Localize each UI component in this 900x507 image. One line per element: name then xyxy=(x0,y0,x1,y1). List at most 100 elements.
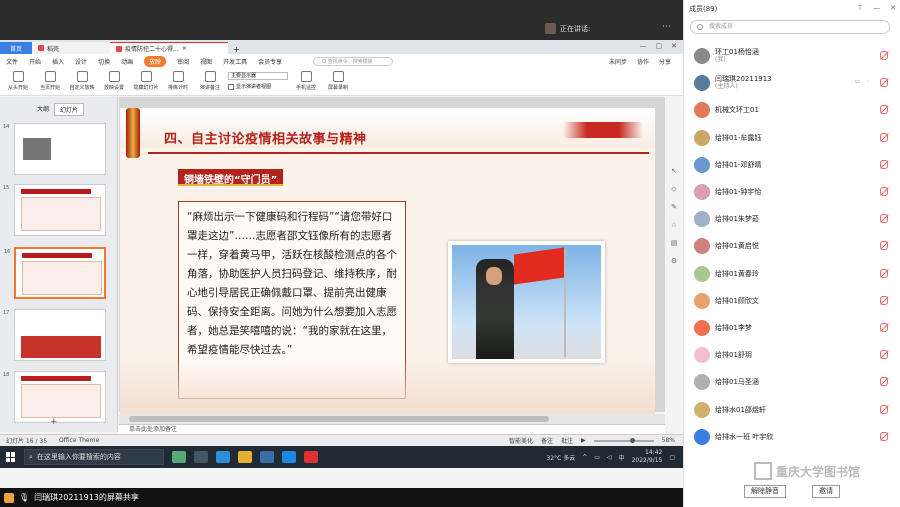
slideshow-play-icon[interactable]: ▶ xyxy=(581,437,586,444)
mic-muted-icon[interactable] xyxy=(880,404,888,414)
collab-button[interactable]: 协作 xyxy=(637,57,649,66)
close-tab-icon[interactable]: × xyxy=(182,45,187,52)
mic-muted-icon[interactable] xyxy=(880,105,888,115)
mic-muted-icon[interactable] xyxy=(880,51,888,60)
tab-slides[interactable]: 幻灯片 xyxy=(54,103,85,116)
member-row[interactable]: 给排01-邓舒晴 xyxy=(694,155,894,175)
member-row[interactable]: 机械文环工01 xyxy=(694,100,894,120)
more-icon[interactable]: ⋯ xyxy=(662,22,671,32)
monitor-select[interactable]: 主要显示器 xyxy=(228,72,288,80)
member-row[interactable]: 给排01朱梦茹 xyxy=(694,209,894,229)
smart-beautify-button[interactable]: 智能美化 xyxy=(509,436,533,445)
tab-home[interactable]: 首页 xyxy=(0,42,32,54)
member-row[interactable]: 给排01黄春玲 xyxy=(694,264,894,284)
mic-muted-icon[interactable] xyxy=(880,78,888,88)
mic-muted-icon[interactable] xyxy=(880,214,888,224)
menu-member[interactable]: 会员专享 xyxy=(258,57,282,66)
invite-button[interactable]: 邀请 xyxy=(812,485,840,498)
member-row[interactable]: 给排01李梦 xyxy=(694,318,894,338)
explorer-icon[interactable] xyxy=(238,451,252,463)
new-tab-icon[interactable]: + xyxy=(228,45,245,54)
phone-remote-button[interactable]: 手机遥控 xyxy=(292,68,320,91)
layout-icon[interactable]: ▤ xyxy=(671,239,678,247)
slide-thumb-16[interactable]: 16 xyxy=(4,247,106,299)
close-icon[interactable]: ✕ xyxy=(671,42,677,50)
menu-insert[interactable]: 插入 xyxy=(52,57,64,66)
edge-icon[interactable] xyxy=(216,451,230,463)
ime-indicator[interactable]: 中 xyxy=(619,453,625,462)
member-row[interactable]: 给排01黄启悦 xyxy=(694,236,894,256)
slide-thumb-14[interactable]: 14 xyxy=(3,123,106,175)
tab-outline[interactable]: 大纲 xyxy=(32,103,54,116)
mic-muted-icon[interactable] xyxy=(880,159,888,169)
style-icon[interactable]: ✎ xyxy=(671,203,677,211)
mic-muted-icon[interactable] xyxy=(880,132,888,142)
minimize-icon[interactable]: — xyxy=(640,42,647,50)
start-current-button[interactable]: 当页开始 xyxy=(36,68,64,91)
mail-icon[interactable] xyxy=(260,451,274,463)
screen-record-button[interactable]: 屏幕录制 xyxy=(324,68,352,91)
hide-slide-button[interactable]: 隐藏幻灯片 xyxy=(132,68,160,91)
horizontal-scrollbar[interactable] xyxy=(119,414,665,424)
menu-file[interactable]: 文件 xyxy=(6,57,18,66)
menu-design[interactable]: 设计 xyxy=(75,57,87,66)
close-panel-icon[interactable]: ✕ xyxy=(890,4,896,12)
mic-muted-icon[interactable] xyxy=(880,187,888,196)
tab-presentation[interactable]: 疫情防控二十心得... × xyxy=(110,42,228,54)
custom-show-button[interactable]: 自定义放映 xyxy=(68,68,96,91)
menu-transition[interactable]: 切换 xyxy=(98,57,110,66)
show-settings-button[interactable]: 放映设置 xyxy=(100,68,128,91)
start-from-beginning-button[interactable]: 从头开始 xyxy=(4,68,32,91)
unmute-button[interactable]: 解除静音 xyxy=(744,485,786,498)
member-row[interactable]: 给排01-牟露钰 xyxy=(694,128,894,148)
share-button[interactable]: 分享 xyxy=(659,57,671,66)
slide-thumb-18[interactable]: 18 xyxy=(3,371,106,423)
mic-muted-icon[interactable] xyxy=(880,350,888,360)
mic-muted-icon[interactable] xyxy=(880,377,888,387)
guard-photo[interactable] xyxy=(448,241,605,363)
task-view-icon[interactable] xyxy=(194,451,208,463)
mic-muted-icon[interactable] xyxy=(880,241,888,251)
mic-muted-icon[interactable] xyxy=(880,295,888,305)
meeting-app-icon[interactable] xyxy=(282,451,296,463)
sync-status[interactable]: 未同步 xyxy=(609,57,627,66)
member-row[interactable]: 环工01杨怡涵 (我) xyxy=(694,46,894,66)
notification-icon[interactable]: ▢ xyxy=(669,454,675,461)
command-search[interactable]: Q 查找命令、搜索模板 xyxy=(313,56,394,66)
zoom-slider[interactable] xyxy=(593,437,654,443)
member-row[interactable]: 给排01-钟宇怡 xyxy=(694,182,894,202)
member-row[interactable]: 给排01马圣涵 xyxy=(694,372,894,392)
animation-icon[interactable]: ☆ xyxy=(671,221,677,229)
select-icon[interactable]: ↖ xyxy=(671,167,677,175)
mic-muted-icon[interactable] xyxy=(880,431,888,441)
rehearse-timing-button[interactable]: 排练计时 xyxy=(164,68,192,91)
widget-icon[interactable] xyxy=(172,451,186,463)
pin-icon[interactable]: ⊤ xyxy=(857,4,863,12)
clock[interactable]: 14:42 2022/9/15 xyxy=(632,449,663,465)
menu-slideshow[interactable]: 放映 xyxy=(144,55,167,67)
menu-animation[interactable]: 动画 xyxy=(121,57,133,66)
mic-muted-icon[interactable] xyxy=(880,268,888,278)
menu-home[interactable]: 开始 xyxy=(29,57,41,66)
member-row[interactable]: 闫瑞琪20211913 (主持人) ▭ ◦ xyxy=(694,73,894,93)
taskbar-search[interactable]: ⌕ 在这里输入你要搜索的内容 xyxy=(24,449,164,465)
notes-toggle[interactable]: 备注 xyxy=(541,436,553,445)
volume-icon[interactable]: ◁ xyxy=(607,454,612,461)
menu-view[interactable]: 视图 xyxy=(200,57,212,66)
network-icon[interactable]: ▭ xyxy=(594,454,600,461)
member-row[interactable]: 给排01顾欣文 xyxy=(694,291,894,311)
minimize-panel-icon[interactable]: — xyxy=(873,4,880,12)
slide-thumb-15[interactable]: 15 xyxy=(3,184,106,236)
wps-icon[interactable] xyxy=(304,451,318,463)
maximize-icon[interactable]: ▢ xyxy=(656,42,663,50)
shape-icon[interactable]: ◇ xyxy=(671,185,676,193)
speaker-notes-button[interactable]: 演讲备注 xyxy=(196,68,224,91)
presenter-view-checkbox[interactable]: 显示演讲者视图 xyxy=(228,83,288,90)
current-slide[interactable]: 四、自主讨论疫情相关故事与精神 铜墙铁壁的“守门员” “麻烦出示一下健康码和行程… xyxy=(120,108,655,414)
add-slide-icon[interactable]: + xyxy=(50,417,58,427)
member-row[interactable]: 给排01舒玥 xyxy=(694,345,894,365)
member-row[interactable]: 给排水01邵煜轩 xyxy=(694,400,894,420)
comments-toggle[interactable]: 批注 xyxy=(561,436,573,445)
tray-chevron-icon[interactable]: ^ xyxy=(582,454,587,461)
menu-developer[interactable]: 开发工具 xyxy=(223,57,247,66)
